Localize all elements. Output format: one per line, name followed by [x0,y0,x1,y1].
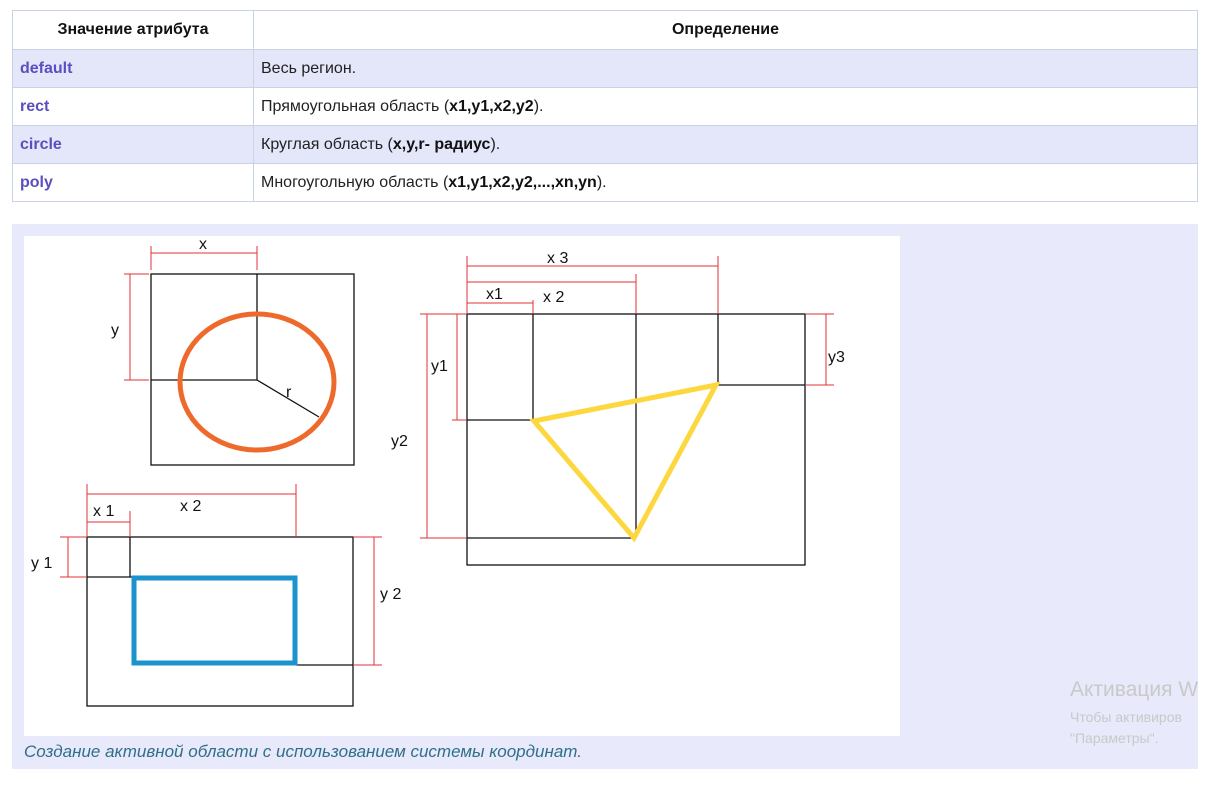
label-x3: x 3 [547,250,568,267]
dim-py1 [452,313,466,421]
definition-coords: x1,y1,x2,y2,...,xn,yn [448,173,597,191]
definition-end: ). [533,97,544,115]
table-row: rect Прямоугольная область (x1,y1,x2,y2)… [12,87,1198,126]
dim-y1 [60,536,86,578]
definition-text: Круглая область ( [261,135,393,153]
header-attribute-value: Значение атрибута [12,10,254,50]
definition-coords: x1,y1,x2,y2 [449,97,534,115]
label-x1: x 1 [93,503,114,520]
dim-y2 [354,536,382,666]
attribute-value: rect [12,87,254,126]
attribute-definition: Прямоугольная область (x1,y1,x2,y2). [253,87,1198,126]
diagram-svg: r x y x 1 x 2 y 1 y 2 x 3 x1 x 2 y1 y2 y… [31,236,845,707]
coordinate-diagram: r x y x 1 x 2 y 1 y 2 x 3 x1 x 2 y1 y2 y… [24,236,900,736]
label-py1: y1 [431,358,448,375]
poly-example: x 3 x1 x 2 y1 y2 y3 [391,250,845,566]
dim-y [124,273,149,381]
figure-panel: r x y x 1 x 2 y 1 y 2 x 3 x1 x 2 y1 y2 y… [12,224,1198,769]
definition-end: ). [490,135,501,153]
label-py3: y3 [828,349,845,366]
label-px1: x1 [486,286,503,303]
attribute-value: default [12,49,254,88]
attribute-definition: Многоугольную область (x1,y1,x2,y2,...,x… [253,163,1198,202]
label-x2: x 2 [180,498,201,515]
activation-line2: "Параметры". [1070,730,1159,746]
label-r: r [286,384,292,401]
table-row: poly Многоугольную область (x1,y1,x2,y2,… [12,163,1198,202]
poly-shape [529,381,721,543]
label-px2: x 2 [543,289,564,306]
activation-title: Активация W [1070,678,1199,701]
definition-text: Прямоугольная область ( [261,97,450,115]
table-header-row: Значение атрибута Определение [12,10,1198,50]
dim-py2 [420,313,466,539]
attribute-definition: Весь регион. [253,49,1198,88]
figure-caption: Создание активной области с использовани… [24,742,582,761]
table-row: circle Круглая область (x,y,r- радиус). [12,125,1198,164]
circle-example: r x y [111,236,355,466]
label-py2: y2 [391,433,408,450]
attribute-value: poly [12,163,254,202]
rect-example: x 1 x 2 y 1 y 2 [31,484,401,707]
header-definition: Определение [253,10,1198,50]
dim-x3 [466,256,719,314]
label-y2: y 2 [380,586,401,603]
attributes-table: Значение атрибута Определение default Ве… [12,10,1198,202]
definition-end: ). [596,173,607,191]
definition-coords: x,y,r- радиус [392,135,491,153]
definition-text: Весь регион. [261,59,357,77]
label-y1: y 1 [31,555,52,572]
activation-line1: Чтобы активиров [1070,709,1182,725]
label-y: y [111,322,119,339]
attribute-value: circle [12,125,254,164]
table-row: default Весь регион. [12,49,1198,88]
rect-shape [131,575,298,666]
windows-activation-watermark: Активация W Чтобы активиров "Параметры". [1070,676,1210,746]
rect-frame [86,536,354,707]
attribute-definition: Круглая область (x,y,r- радиус). [253,125,1198,164]
definition-text: Многоугольную область ( [261,173,449,191]
label-x: x [199,236,207,253]
